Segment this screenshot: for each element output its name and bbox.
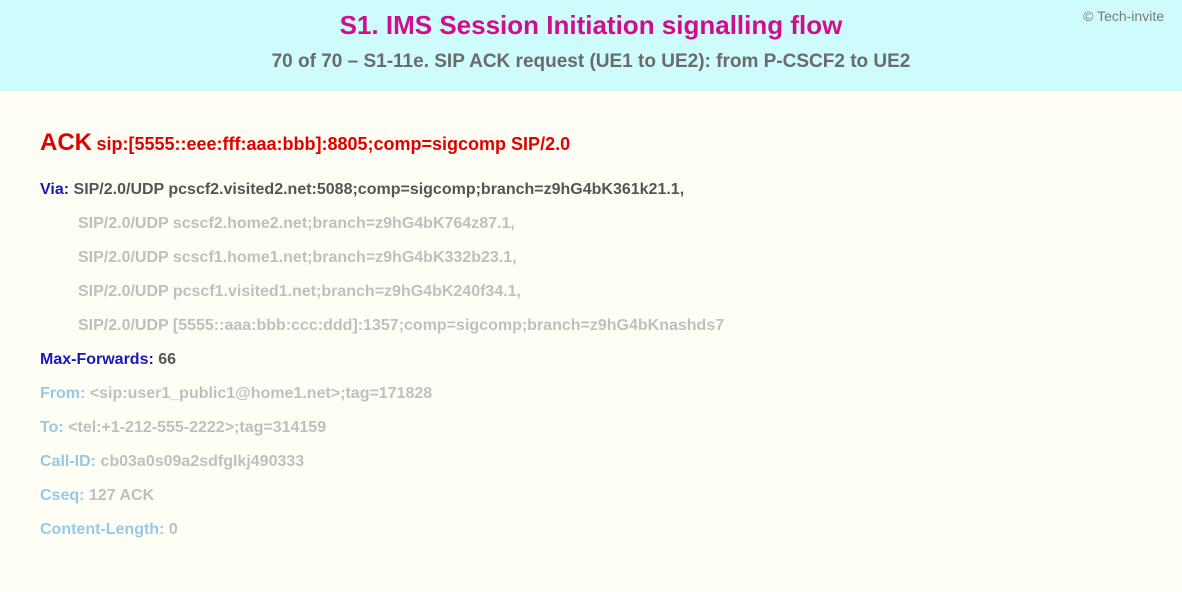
max-forwards-label: Max-Forwards: [40, 351, 154, 368]
content-length-label: Content-Length: [40, 521, 164, 538]
page-subtitle: 70 of 70 – S1-11e. SIP ACK request (UE1 … [0, 51, 1182, 73]
copyright-text: © Tech-invite [1083, 8, 1164, 24]
sip-request-line: ACK sip:[5555::eee:fff:aaa:bbb]:8805;com… [40, 129, 1142, 157]
to-label: To: [40, 419, 64, 436]
to-header: To: <tel:+1-212-555-2222>;tag=314159 [40, 419, 1142, 437]
cseq-label: Cseq: [40, 487, 84, 504]
cseq-header: Cseq: 127 ACK [40, 487, 1142, 505]
from-label: From: [40, 385, 85, 402]
sip-message-block: ACK sip:[5555::eee:fff:aaa:bbb]:8805;com… [0, 91, 1182, 539]
call-id-value: cb03a0s09a2sdfglkj490333 [100, 453, 304, 470]
via-line: SIP/2.0/UDP pcscf1.visited1.net;branch=z… [78, 283, 1142, 301]
call-id-header: Call-ID: cb03a0s09a2sdfglkj490333 [40, 453, 1142, 471]
sip-request-uri: sip:[5555::eee:fff:aaa:bbb]:8805;comp=si… [96, 134, 570, 154]
via-first-value: SIP/2.0/UDP pcscf2.visited2.net:5088;com… [74, 181, 685, 198]
via-label: Via: [40, 181, 69, 198]
sip-method: ACK [40, 129, 92, 156]
page-title: S1. IMS Session Initiation signalling fl… [0, 10, 1182, 41]
to-value: <tel:+1-212-555-2222>;tag=314159 [68, 419, 326, 436]
content-length-header: Content-Length: 0 [40, 521, 1142, 539]
via-line: SIP/2.0/UDP scscf1.home1.net;branch=z9hG… [78, 249, 1142, 267]
from-header: From: <sip:user1_public1@home1.net>;tag=… [40, 385, 1142, 403]
page-header: © Tech-invite S1. IMS Session Initiation… [0, 0, 1182, 91]
max-forwards-value: 66 [158, 351, 176, 368]
call-id-label: Call-ID: [40, 453, 96, 470]
via-line: SIP/2.0/UDP scscf2.home2.net;branch=z9hG… [78, 215, 1142, 233]
cseq-value: 127 ACK [89, 487, 154, 504]
from-value: <sip:user1_public1@home1.net>;tag=171828 [90, 385, 432, 402]
max-forwards-header: Max-Forwards: 66 [40, 351, 1142, 369]
via-header: Via: SIP/2.0/UDP pcscf2.visited2.net:508… [40, 181, 1142, 199]
via-continuation: SIP/2.0/UDP scscf2.home2.net;branch=z9hG… [40, 215, 1142, 335]
content-length-value: 0 [169, 521, 178, 538]
via-line: SIP/2.0/UDP [5555::aaa:bbb:ccc:ddd]:1357… [78, 317, 1142, 335]
